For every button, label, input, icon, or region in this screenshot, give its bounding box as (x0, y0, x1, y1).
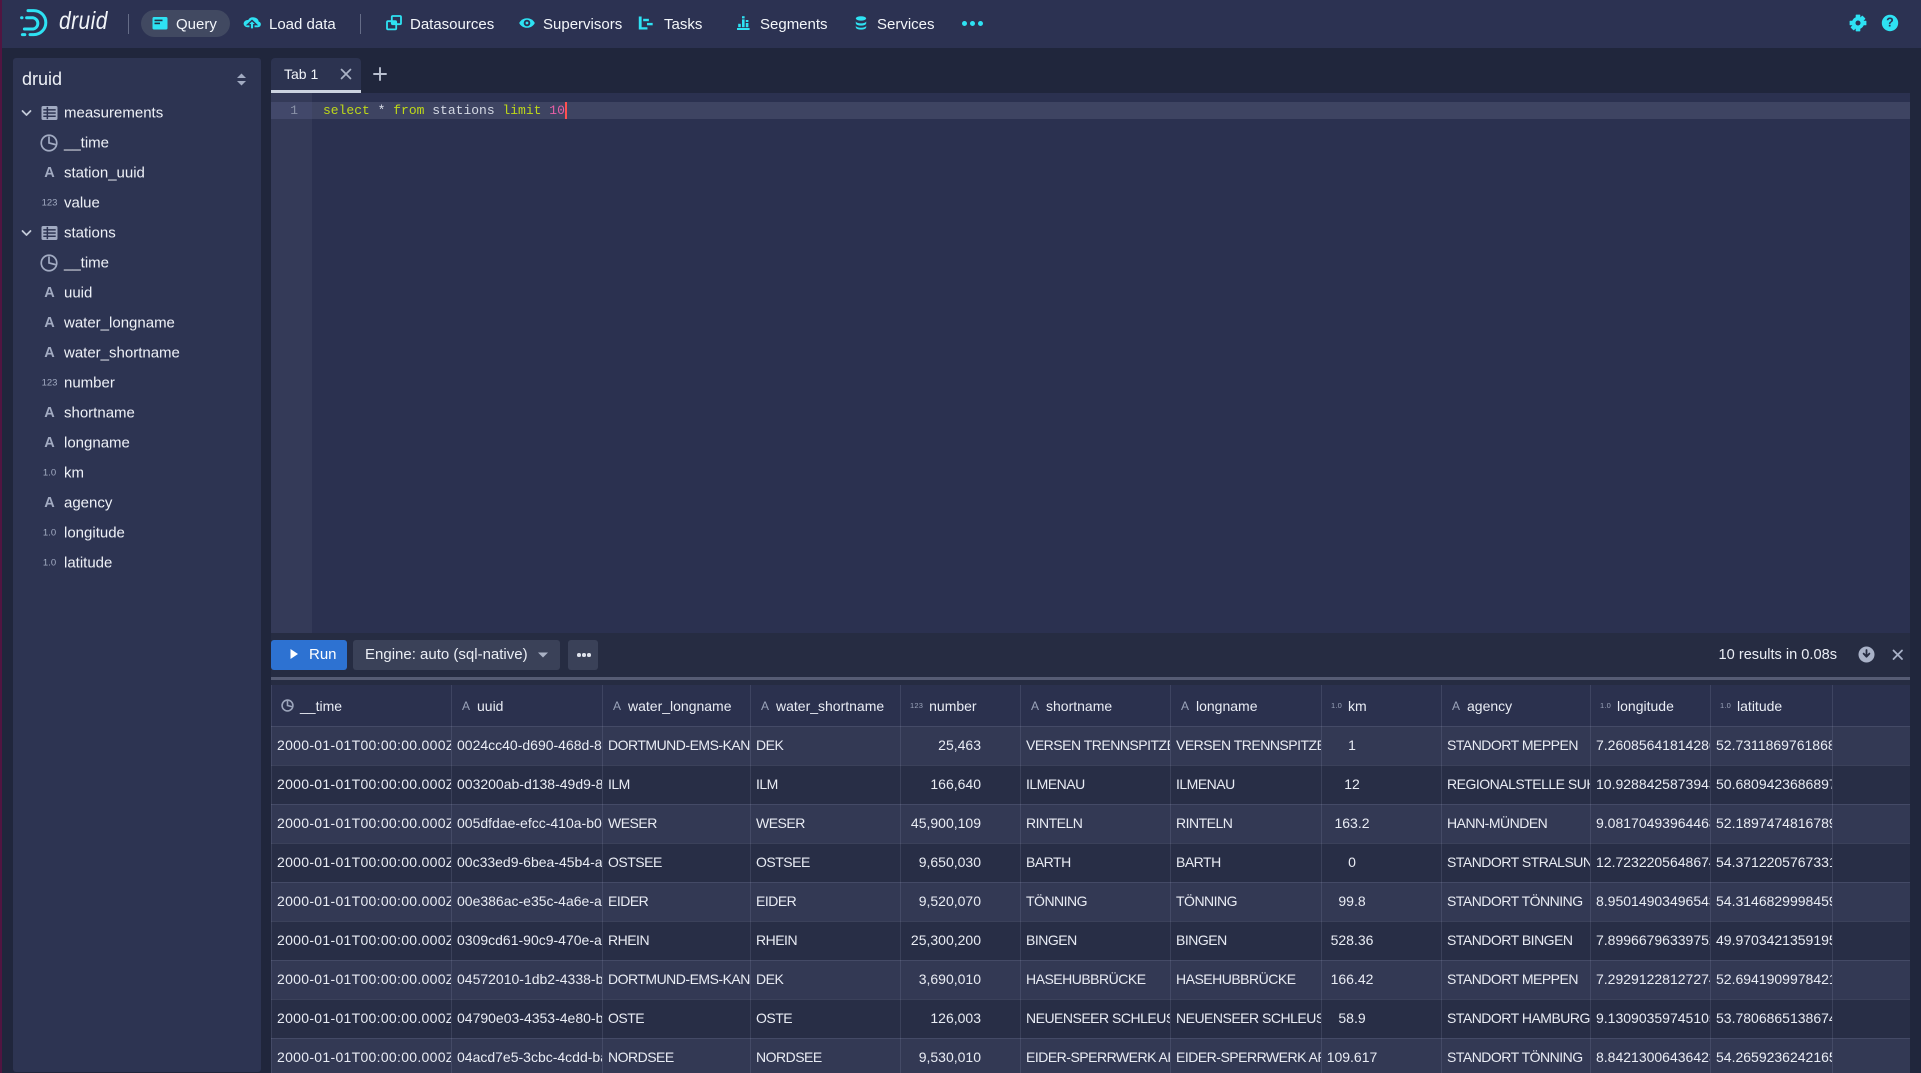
svg-text:?: ? (1886, 16, 1894, 30)
